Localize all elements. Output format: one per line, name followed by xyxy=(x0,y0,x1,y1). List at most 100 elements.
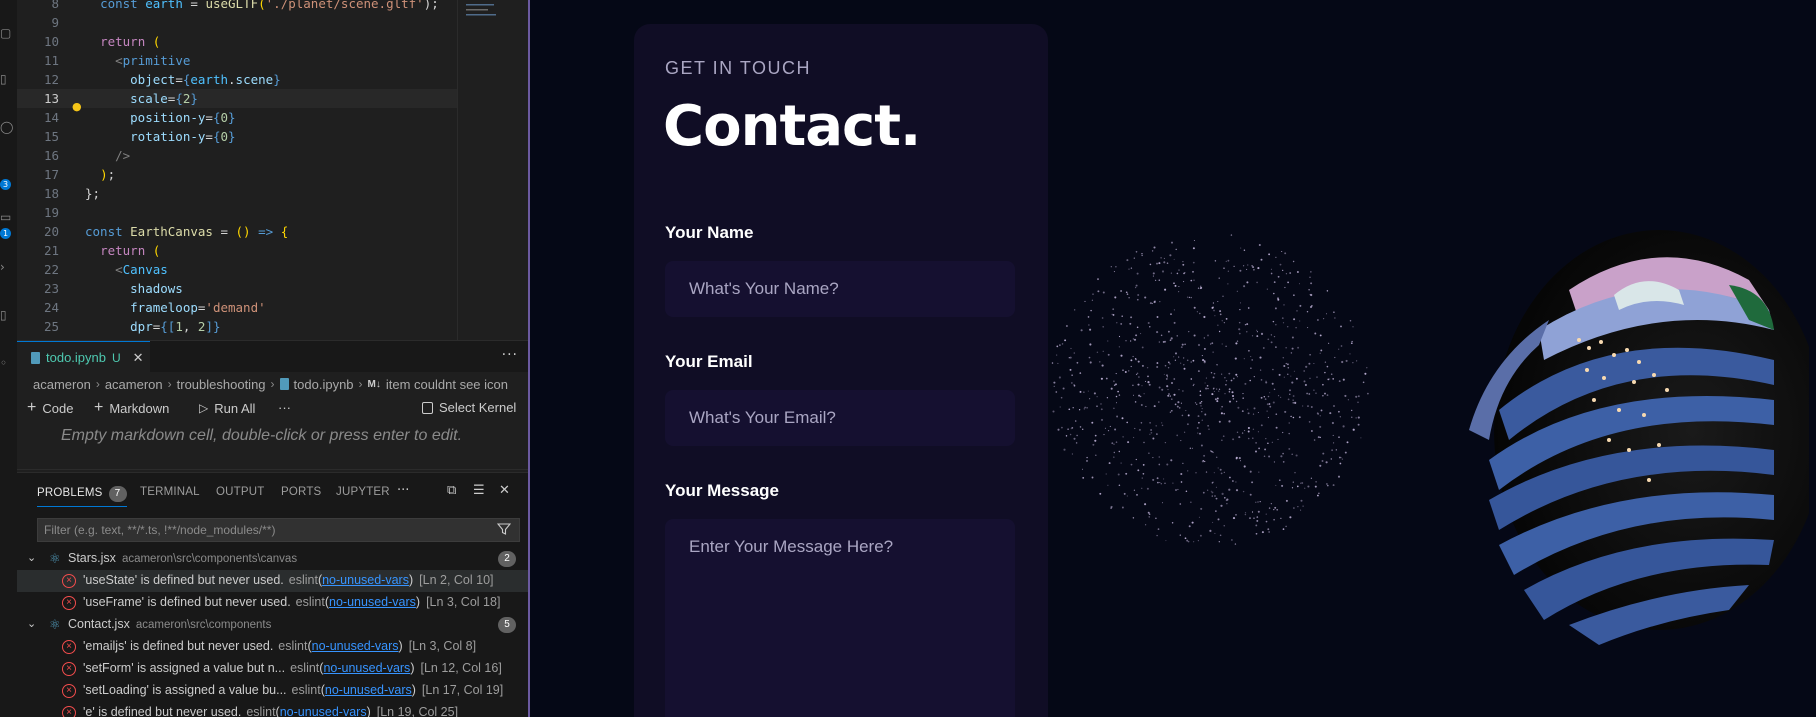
code-token: const xyxy=(85,224,131,239)
chevron-down-icon[interactable]: ⌄ xyxy=(27,617,36,630)
files-icon[interactable]: ▯ xyxy=(0,72,14,86)
message-input[interactable] xyxy=(665,519,1015,717)
tab-jupyter[interactable]: JUPYTER xyxy=(336,486,390,498)
star-point xyxy=(1210,371,1213,374)
code-line[interactable]: 16 /> xyxy=(17,146,457,165)
code-line[interactable]: 14 position-y={0} xyxy=(17,108,457,127)
star-point xyxy=(1367,392,1369,395)
rule-link[interactable]: no-unused-vars xyxy=(322,573,409,587)
remote-icon[interactable]: ◦ xyxy=(0,356,14,370)
view-as-list-icon[interactable]: ☰ xyxy=(473,483,485,498)
close-panel-icon[interactable]: ✕ xyxy=(499,483,510,498)
tab-ports[interactable]: PORTS xyxy=(281,486,321,498)
star-point xyxy=(1172,482,1174,484)
breadcrumb-item[interactable]: acameron xyxy=(105,377,163,392)
problem-file-row[interactable]: ⌄ ⚛ Contact.jsx acameron\src\components 5 xyxy=(17,614,528,636)
star-point xyxy=(1210,490,1212,492)
star-point xyxy=(1130,365,1132,368)
name-input[interactable] xyxy=(665,261,1015,317)
code-line[interactable]: 18}; xyxy=(17,184,457,203)
rule-link[interactable]: no-unused-vars xyxy=(325,683,412,697)
run-debug-icon[interactable]: › xyxy=(0,260,14,274)
star-point xyxy=(1292,260,1295,263)
star-point xyxy=(1333,311,1335,314)
tab-problems[interactable]: PROBLEMS 7 xyxy=(37,486,127,507)
code-editor[interactable]: 8 const earth = useGLTF('./planet/scene.… xyxy=(17,0,457,340)
code-line[interactable]: 23 shadows xyxy=(17,279,457,298)
problem-row[interactable]: × 'setForm' is assigned a value but n... e… xyxy=(17,658,528,680)
code-line[interactable]: 25 dpr={[1, 2]} xyxy=(17,317,457,336)
code-line[interactable]: 12 object={earth.scene} xyxy=(17,70,457,89)
tab-todo-notebook[interactable]: todo.ipynb U ✕ xyxy=(17,341,150,373)
tab-output[interactable]: OUTPUT xyxy=(216,486,264,498)
star-point xyxy=(1287,398,1290,401)
lightbulb-icon[interactable]: ● xyxy=(72,101,82,113)
problem-file-row[interactable]: ⌄ ⚛ Stars.jsx acameron\src\components\canva… xyxy=(17,548,528,570)
search-icon[interactable]: ◯ xyxy=(0,120,14,134)
rule-link[interactable]: no-unused-vars xyxy=(280,705,367,717)
code-line[interactable]: 8 const earth = useGLTF('./planet/scene.… xyxy=(17,0,457,13)
star-point xyxy=(1156,262,1158,265)
more-actions-icon[interactable]: ··· xyxy=(502,347,518,363)
add-code-button[interactable]: + Code xyxy=(27,400,73,416)
markdown-cell[interactable]: Empty markdown cell, double-click or pre… xyxy=(17,422,528,470)
code-token: } xyxy=(190,91,198,106)
tab-terminal[interactable]: TERMINAL xyxy=(140,486,200,498)
star-point xyxy=(1100,418,1104,421)
code-token: . xyxy=(228,72,236,87)
star-point xyxy=(1106,397,1109,399)
rule-link[interactable]: no-unused-vars xyxy=(323,661,410,675)
star-point xyxy=(1186,423,1189,426)
problem-row[interactable]: ×'e' is defined but never used. eslint(no… xyxy=(17,702,528,717)
code-line[interactable]: 22 <Canvas xyxy=(17,260,457,279)
code-line[interactable]: 9 xyxy=(17,13,457,32)
star-point xyxy=(1192,261,1195,264)
problem-row[interactable]: × 'setLoading' is assigned a value bu... e… xyxy=(17,680,528,702)
star-point xyxy=(1226,498,1229,501)
minimap[interactable] xyxy=(457,0,527,340)
problem-row[interactable]: × 'emailjs' is defined but never used. esl… xyxy=(17,636,528,658)
code-line[interactable]: 10 return ( xyxy=(17,32,457,51)
chevron-down-icon[interactable]: ⌄ xyxy=(27,551,36,564)
explorer-icon[interactable]: ▢ xyxy=(0,26,14,40)
email-input[interactable] xyxy=(665,390,1015,446)
rule-link[interactable]: no-unused-vars xyxy=(329,595,416,609)
code-line[interactable]: 24 frameloop='demand' xyxy=(17,298,457,317)
breadcrumb-item[interactable]: acameron xyxy=(33,377,91,392)
select-kernel-button[interactable]: Select Kernel xyxy=(422,400,516,415)
collapse-all-icon[interactable]: ⧉ xyxy=(447,483,456,498)
breadcrumb-item[interactable]: item couldnt see icon xyxy=(386,377,508,392)
close-icon[interactable]: ✕ xyxy=(133,350,144,366)
code-line[interactable]: 21 return ( xyxy=(17,241,457,260)
filter-icon[interactable] xyxy=(497,522,511,536)
star-point xyxy=(1308,289,1310,291)
code-line[interactable]: 11 <primitive xyxy=(17,51,457,70)
earth-canvas[interactable] xyxy=(1429,200,1809,660)
more-panel-icon[interactable]: ··· xyxy=(397,483,409,498)
add-markdown-button[interactable]: + Markdown xyxy=(94,400,169,416)
run-all-button[interactable]: ▷ Run All xyxy=(199,400,255,416)
testing-icon[interactable]: ▯ xyxy=(0,308,14,322)
code-line[interactable]: 15 rotation-y={0} xyxy=(17,127,457,146)
star-point xyxy=(1344,394,1347,397)
rule-link[interactable]: no-unused-vars xyxy=(312,639,399,653)
star-point xyxy=(1089,328,1092,331)
star-point xyxy=(1326,484,1329,487)
star-point xyxy=(1171,382,1173,384)
extensions-icon[interactable]: ▭ xyxy=(0,210,14,224)
star-point xyxy=(1350,342,1353,345)
more-toolbar-button[interactable]: ··· xyxy=(278,400,291,415)
code-line[interactable]: 20 const EarthCanvas = () => { xyxy=(17,222,457,241)
star-point xyxy=(1113,451,1115,454)
breadcrumb-item[interactable]: troubleshooting xyxy=(177,377,266,392)
code-line[interactable]: 17 ); xyxy=(17,165,457,184)
star-point xyxy=(1218,388,1221,390)
problem-row[interactable]: × 'useState' is defined but never used. es… xyxy=(17,570,528,592)
breadcrumb-item[interactable]: todo.ipynb xyxy=(294,377,354,392)
problems-filter-input[interactable]: Filter (e.g. text, **/*.ts, !**/node_mod… xyxy=(37,518,520,542)
code-line[interactable]: 13 scale={2} xyxy=(17,89,457,108)
code-line[interactable]: 19 xyxy=(17,203,457,222)
star-point xyxy=(1221,439,1223,441)
problem-row[interactable]: × 'useFrame' is defined but never used. es… xyxy=(17,592,528,614)
